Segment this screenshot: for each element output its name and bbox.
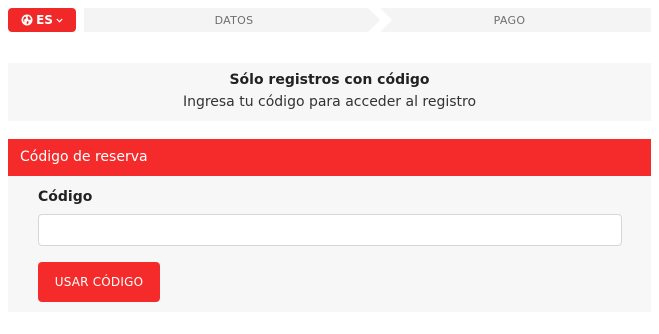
code-input[interactable] (38, 214, 622, 246)
step-label: PAGO (493, 13, 526, 27)
card-header: Código de reserva (8, 139, 651, 176)
language-selector-button[interactable]: ES (8, 8, 76, 32)
language-code: ES (36, 13, 53, 27)
use-code-button[interactable]: USAR CÓDIGO (38, 262, 160, 302)
globe-icon (21, 14, 33, 26)
step-pago: PAGO (368, 8, 651, 32)
reservation-code-card: Código de reserva Código USAR CÓDIGO (8, 139, 651, 312)
step-separator-arrow (368, 8, 392, 32)
step-label: DATOS (214, 13, 254, 27)
notice-subtitle: Ingresa tu código para acceder al regist… (182, 94, 477, 110)
step-datos: DATOS (84, 8, 384, 32)
notice-title: Sólo registros con código (229, 72, 430, 88)
code-only-notice: Sólo registros con código Ingresa tu cód… (8, 63, 651, 121)
code-field-label: Código (38, 189, 93, 205)
top-bar: ES DATOS PAGO (0, 0, 659, 40)
checkout-steps: DATOS PAGO (84, 8, 651, 32)
chevron-down-icon (56, 18, 63, 23)
